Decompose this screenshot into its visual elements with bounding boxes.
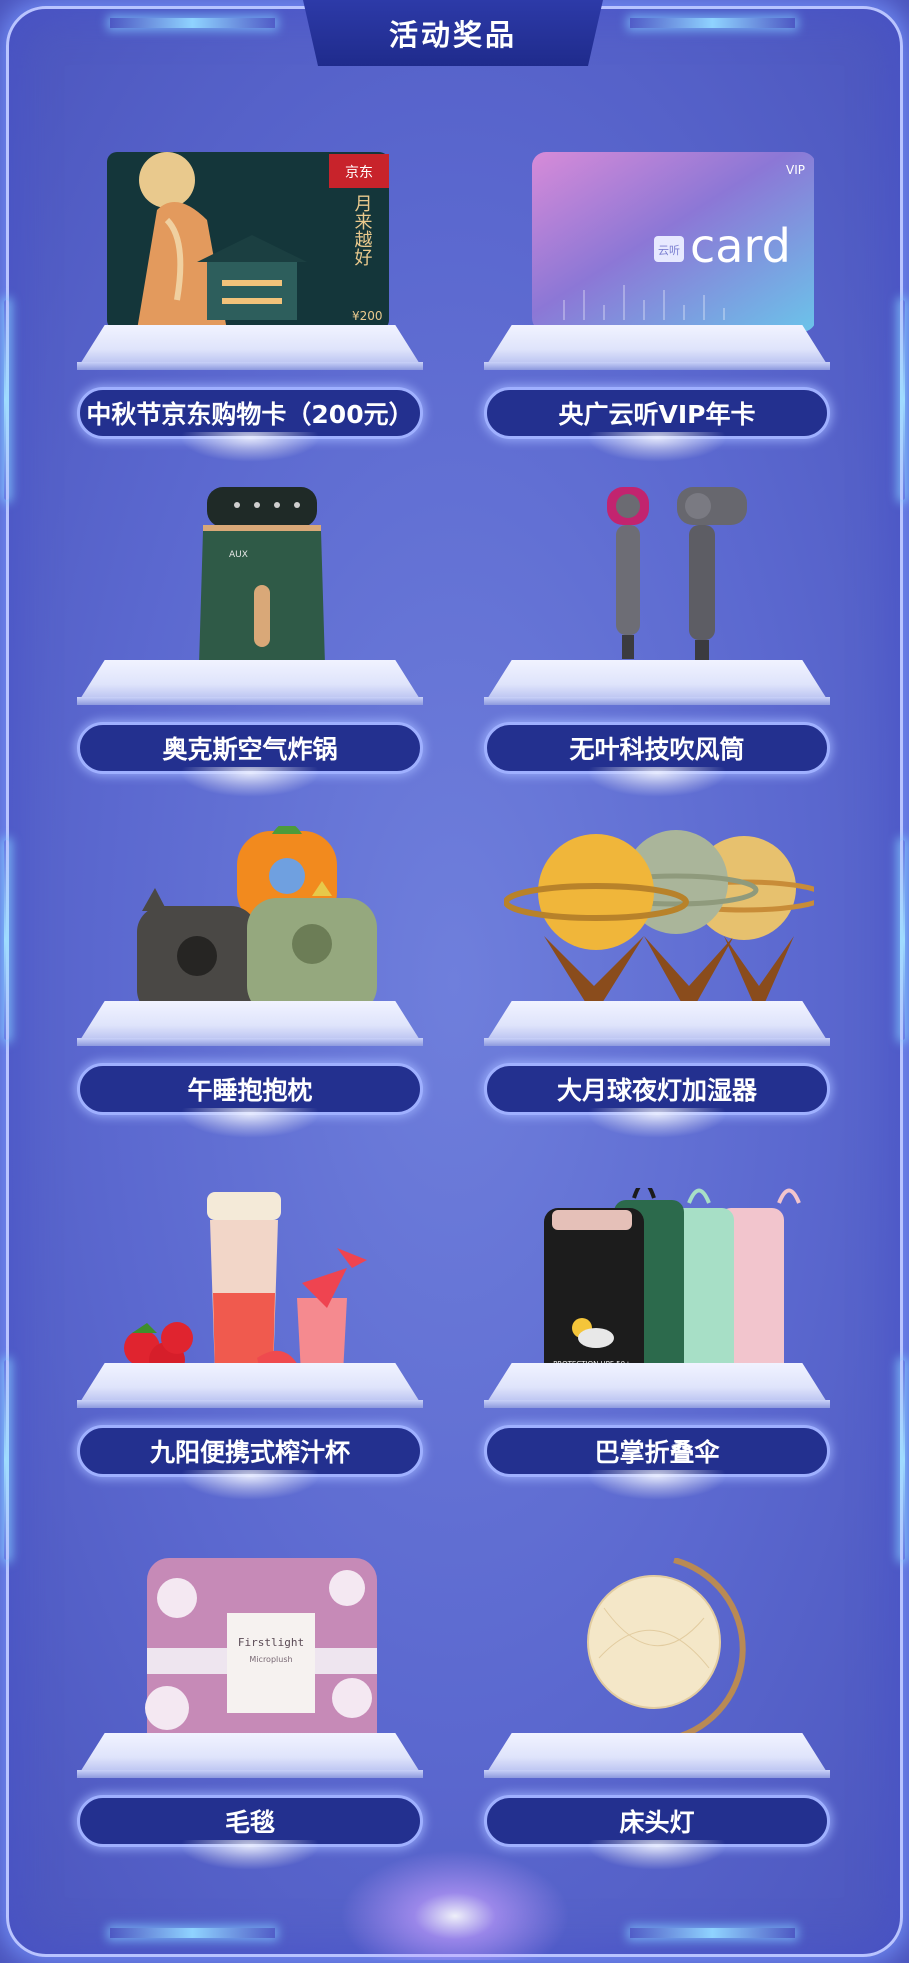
left-side-deco <box>4 300 9 500</box>
jd-poem-text: 月来越好 <box>352 194 373 267</box>
moon-lamp-humidifier-image <box>504 826 814 1031</box>
title-tab: 活动奖品 <box>303 0 603 66</box>
label-glow <box>587 1470 727 1500</box>
label-glow <box>180 432 320 462</box>
left-side-deco-2 <box>4 840 9 1040</box>
prize-item-vip-card[interactable]: VIP 云听 card 央广云听VIP年卡 <box>484 150 834 480</box>
hair-dryer-image <box>504 485 814 690</box>
prize-item-nap-pillow[interactable]: 午睡抱抱枕 <box>77 826 427 1156</box>
prize-item-umbrella[interactable]: PROTECTION UPF 50+ 巴掌折叠伞 <box>484 1188 834 1518</box>
jd-gift-card-image: 京东 月来越好 ¥200 <box>97 150 407 355</box>
label-glow <box>180 1840 320 1870</box>
vip-card-image: VIP 云听 card <box>504 150 814 355</box>
bedside-lamp-image <box>504 1558 814 1763</box>
blanket-sub-text: Microplush <box>249 1655 292 1664</box>
shelf-edge <box>77 1770 423 1778</box>
top-right-deco <box>630 18 795 28</box>
blanket-image: Firstlight Microplush <box>97 1558 407 1763</box>
vip-brand-text: 云听 <box>658 244 680 257</box>
bottom-left-deco <box>110 1928 275 1938</box>
shelf-edge <box>77 1400 423 1408</box>
label-glow <box>180 1108 320 1138</box>
air-fryer-image: AUX <box>97 485 407 690</box>
shelf-edge <box>484 362 830 370</box>
bottom-right-deco <box>630 1928 795 1938</box>
label-glow <box>587 432 727 462</box>
shelf-edge <box>77 362 423 370</box>
blanket-brand-text: Firstlight <box>238 1636 304 1649</box>
folding-umbrella-image: PROTECTION UPF 50+ <box>504 1188 814 1393</box>
prize-item-bedside-lamp[interactable]: 床头灯 <box>484 1558 834 1888</box>
prize-item-jd-card[interactable]: 京东 月来越好 ¥200 中秋节京东购物卡（200元） <box>77 150 427 480</box>
label-glow <box>587 1840 727 1870</box>
fryer-brand-text: AUX <box>229 550 248 560</box>
shelf-edge <box>484 1400 830 1408</box>
label-glow <box>180 767 320 797</box>
nap-pillow-image <box>97 826 407 1031</box>
label-glow <box>587 767 727 797</box>
shelf-edge <box>484 1038 830 1046</box>
vip-card-word: card <box>690 219 791 273</box>
prize-item-blanket[interactable]: Firstlight Microplush 毛毯 <box>77 1558 427 1888</box>
top-left-deco <box>110 18 275 28</box>
shelf-edge <box>484 697 830 705</box>
prize-item-hair-dryer[interactable]: 无叶科技吹风筒 <box>484 485 834 815</box>
vip-tag-text: VIP <box>786 163 805 177</box>
right-side-deco <box>900 300 905 500</box>
right-side-deco-2 <box>900 840 905 1040</box>
shelf-edge <box>77 1038 423 1046</box>
jd-amount-text: ¥200 <box>352 309 383 323</box>
label-glow <box>587 1108 727 1138</box>
juicer-cup-image <box>97 1188 407 1393</box>
page-title: 活动奖品 <box>388 18 517 52</box>
right-side-deco-3 <box>900 1360 905 1560</box>
shelf-edge <box>77 697 423 705</box>
label-glow <box>180 1470 320 1500</box>
left-side-deco-3 <box>4 1360 9 1560</box>
prize-item-air-fryer[interactable]: AUX 奥克斯空气炸锅 <box>77 485 427 815</box>
prize-item-juicer[interactable]: 九阳便携式榨汁杯 <box>77 1188 427 1518</box>
jd-brand-text: 京东 <box>345 165 373 181</box>
shelf-edge <box>484 1770 830 1778</box>
bottom-glow <box>340 1850 570 1960</box>
prize-item-moon-lamp[interactable]: 大月球夜灯加湿器 <box>484 826 834 1156</box>
